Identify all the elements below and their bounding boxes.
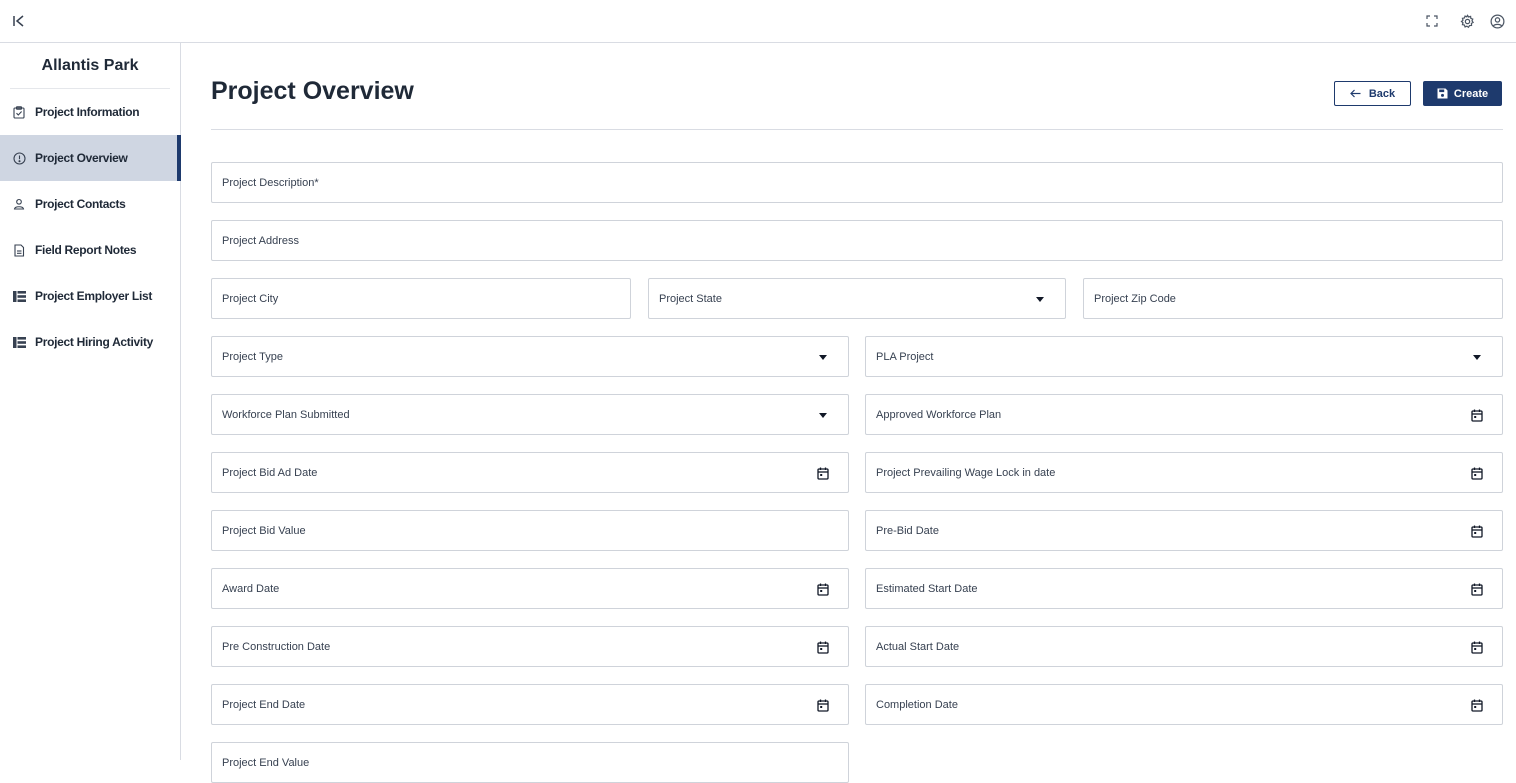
person-icon [12, 197, 26, 211]
dropdown-arrow-icon [816, 349, 830, 365]
actual-start-date[interactable]: Actual Start Date [865, 626, 1503, 667]
field-label: Actual Start Date [876, 640, 960, 653]
field-label: Pre Construction Date [222, 640, 331, 653]
field-label: Project State [659, 292, 722, 305]
calendar-icon[interactable] [816, 639, 830, 655]
page-title: Project Overview [211, 77, 414, 105]
table-icon [12, 289, 26, 303]
sidebar-item-field-report-notes[interactable]: Field Report Notes [0, 227, 180, 273]
collapse-sidebar-button[interactable] [12, 11, 32, 31]
field-label: Project Description* [222, 176, 319, 189]
field-label: Award Date [222, 582, 280, 595]
arrow-left-icon [1349, 89, 1361, 98]
create-button-label: Create [1453, 87, 1489, 100]
field-label: Pre-Bid Date [876, 524, 939, 537]
calendar-icon[interactable] [1470, 465, 1484, 481]
sidebar-item-project-employer-list[interactable]: Project Employer List [0, 273, 180, 319]
project-city-input[interactable]: Project City [211, 278, 631, 319]
field-label: PLA Project [876, 350, 934, 363]
project-description-input[interactable]: Project Description* [211, 162, 1503, 203]
sidebar-item-project-contacts[interactable]: Project Contacts [0, 181, 180, 227]
table-icon [12, 335, 26, 349]
prevailing-wage-lock-date[interactable]: Project Prevailing Wage Lock in date [865, 452, 1503, 493]
dropdown-arrow-icon [1033, 291, 1047, 307]
estimated-start-date[interactable]: Estimated Start Date [865, 568, 1503, 609]
sidebar-item-label: Project Hiring Activity [35, 335, 154, 349]
sidebar-item-label: Project Contacts [35, 197, 126, 211]
back-button-label: Back [1368, 87, 1396, 100]
award-date[interactable]: Award Date [211, 568, 849, 609]
field-label: Project Address [222, 234, 300, 247]
info-circle-icon [12, 151, 26, 165]
sidebar-item-label: Project Employer List [35, 289, 153, 303]
field-label: Project Bid Ad Date [222, 466, 318, 479]
calendar-icon[interactable] [1470, 697, 1484, 713]
title-divider [211, 129, 1503, 130]
field-label: Project Type [222, 350, 283, 363]
calendar-icon[interactable] [816, 465, 830, 481]
top-bar [0, 0, 1516, 43]
dropdown-arrow-icon [816, 407, 830, 423]
sidebar-item-label: Project Information [35, 105, 140, 119]
project-zip-input[interactable]: Project Zip Code [1083, 278, 1503, 319]
field-label: Estimated Start Date [876, 582, 978, 595]
field-label: Project End Date [222, 698, 306, 711]
main-content: Project Overview Back Create Project Des… [199, 61, 1516, 783]
calendar-icon[interactable] [816, 697, 830, 713]
completion-date[interactable]: Completion Date [865, 684, 1503, 725]
project-bid-value-input[interactable]: Project Bid Value [211, 510, 849, 551]
project-address-input[interactable]: Project Address [211, 220, 1503, 261]
calendar-icon[interactable] [1470, 639, 1484, 655]
field-label: Workforce Plan Submitted [222, 408, 350, 421]
back-button[interactable]: Back [1334, 81, 1411, 106]
sidebar-item-project-overview[interactable]: Project Overview [0, 135, 181, 181]
workforce-plan-submitted-select[interactable]: Workforce Plan Submitted [211, 394, 849, 435]
sidebar: Allantis Park Project Information Projec… [0, 43, 181, 760]
calendar-icon[interactable] [816, 581, 830, 597]
field-label: Project Bid Value [222, 524, 306, 537]
user-icon[interactable] [1487, 11, 1507, 31]
document-icon [12, 243, 26, 257]
project-end-value-input[interactable]: Project End Value [211, 742, 849, 783]
field-label: Project Zip Code [1094, 292, 1176, 305]
project-bid-ad-date[interactable]: Project Bid Ad Date [211, 452, 849, 493]
calendar-icon[interactable] [1470, 581, 1484, 597]
project-end-date[interactable]: Project End Date [211, 684, 849, 725]
pre-bid-date[interactable]: Pre-Bid Date [865, 510, 1503, 551]
field-label: Approved Workforce Plan [876, 408, 1002, 421]
fullscreen-icon[interactable] [1422, 11, 1442, 31]
field-label: Project End Value [222, 757, 310, 769]
sidebar-item-project-information[interactable]: Project Information [0, 89, 180, 135]
project-type-select[interactable]: Project Type [211, 336, 849, 377]
project-state-select[interactable]: Project State [648, 278, 1066, 319]
field-label: Project City [222, 292, 279, 305]
calendar-icon[interactable] [1470, 523, 1484, 539]
pla-project-select[interactable]: PLA Project [865, 336, 1503, 377]
calendar-icon[interactable] [1470, 407, 1484, 423]
sidebar-item-label: Project Overview [35, 151, 128, 165]
create-button[interactable]: Create [1423, 81, 1502, 106]
pre-construction-date[interactable]: Pre Construction Date [211, 626, 849, 667]
clipboard-icon [12, 105, 26, 119]
project-name: Allantis Park [41, 57, 139, 74]
gear-icon[interactable] [1457, 11, 1477, 31]
field-label: Completion Date [876, 698, 958, 711]
approved-workforce-plan-date[interactable]: Approved Workforce Plan [865, 394, 1503, 435]
sidebar-item-project-hiring-activity[interactable]: Project Hiring Activity [0, 319, 180, 365]
field-label: Project Prevailing Wage Lock in date [876, 466, 1056, 479]
dropdown-arrow-icon [1470, 349, 1484, 365]
sidebar-item-label: Field Report Notes [35, 243, 137, 257]
save-icon [1437, 88, 1448, 99]
collapse-icon [12, 15, 26, 27]
